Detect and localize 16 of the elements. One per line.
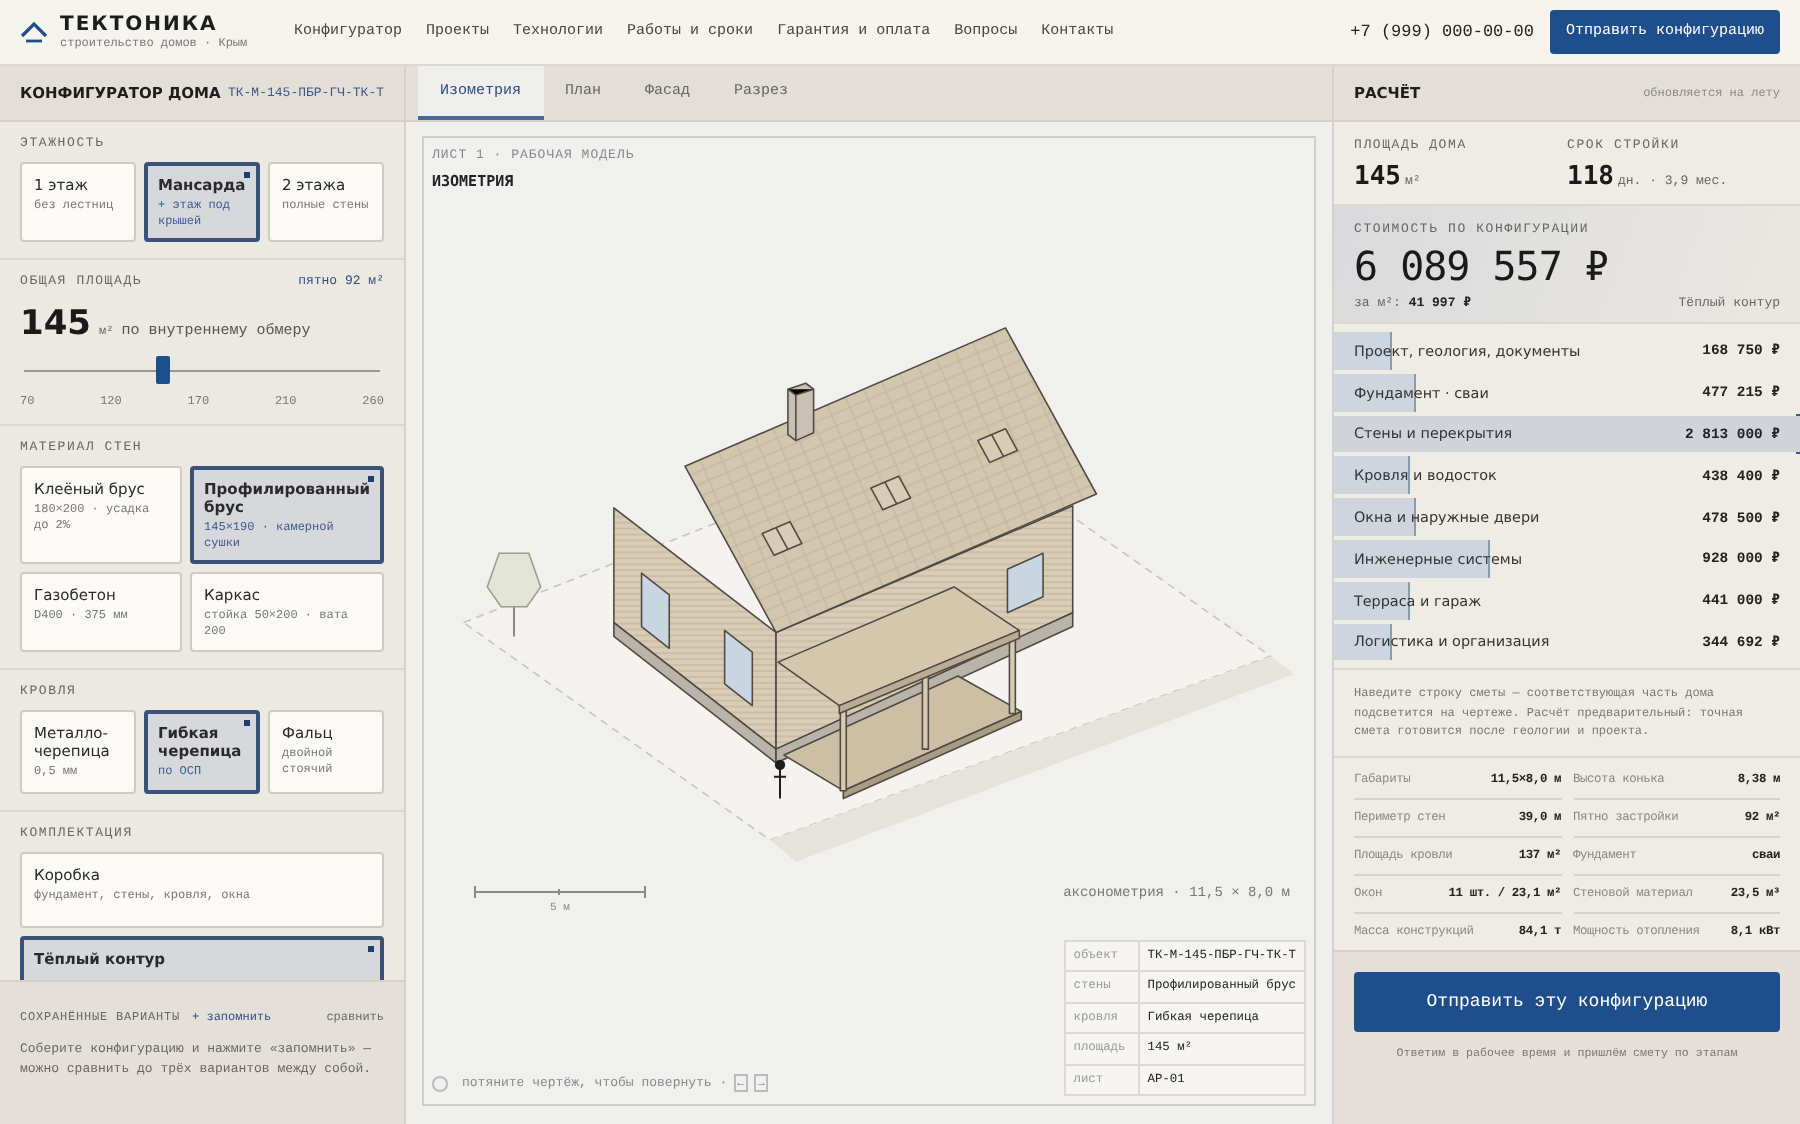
phone-number[interactable]: +7 (999) 000-00-00 (1350, 22, 1534, 42)
roof-logo-icon (20, 20, 48, 44)
selected-indicator (244, 720, 250, 726)
brand-name[interactable]: ТЕКТОНИКА (60, 14, 248, 36)
stat-value: 118 (1567, 162, 1614, 192)
slider-thumb[interactable] (156, 356, 171, 384)
area-value: 145 (20, 304, 91, 344)
total-cost: 6 089 557 ₽ (1354, 242, 1610, 290)
person-figure (773, 759, 787, 800)
stat-value: 145 (1354, 162, 1401, 192)
submit-button[interactable]: Отправить эту конфигурацию (1354, 971, 1780, 1032)
selected-indicator (244, 172, 250, 178)
selected-indicator (368, 476, 374, 482)
tree-icon (486, 552, 542, 638)
rotate-icon (432, 1075, 448, 1091)
selected-indicator (368, 945, 374, 951)
